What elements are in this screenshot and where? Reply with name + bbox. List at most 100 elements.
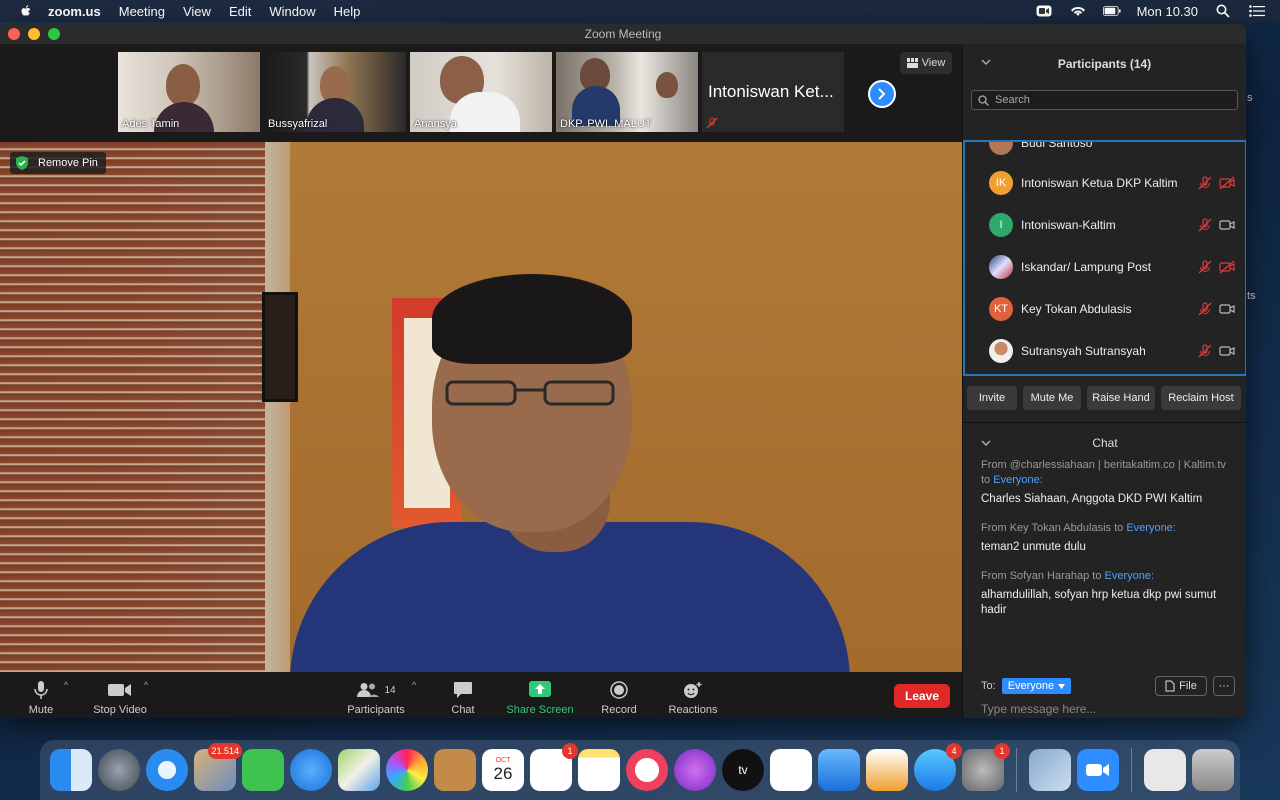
raise-hand-button[interactable]: Raise Hand [1087,386,1155,410]
file-icon [1165,680,1175,692]
remove-pin-button[interactable]: Remove Pin [10,152,106,174]
next-page-button[interactable] [868,80,896,108]
wifi-icon[interactable] [1069,4,1087,18]
menu-help[interactable]: Help [334,4,361,19]
chevron-down-icon[interactable] [981,438,991,448]
tv-label: tv [738,763,748,777]
leave-meeting-button[interactable]: Leave [894,684,950,708]
participants-options-caret[interactable]: ^ [412,680,416,690]
maps-icon[interactable] [338,749,380,791]
muted-mic-icon[interactable] [1197,217,1213,233]
document-icon[interactable] [1144,749,1186,791]
launchpad-icon[interactable] [98,749,140,791]
battery-icon[interactable] [1102,4,1121,18]
record-button[interactable]: Record [598,676,640,716]
preview-icon[interactable] [1029,749,1071,791]
contacts-icon[interactable] [434,749,476,791]
video-thumbnail[interactable]: Bussyafrizal [264,52,406,132]
participant-row[interactable]: IK Intoniswan Ketua DKP Kaltim [965,162,1245,204]
menu-clock[interactable]: Mon 10.30 [1137,4,1198,19]
notification-center-icon[interactable] [1248,4,1266,18]
pages-icon[interactable] [866,749,908,791]
video-camera-icon[interactable] [1219,301,1235,317]
participant-row[interactable]: Budi Santoso [965,142,1245,164]
trash-icon[interactable] [1192,749,1234,791]
chat-button[interactable]: Chat [446,676,480,716]
view-button[interactable]: View [900,52,952,74]
video-camera-icon[interactable] [1219,343,1235,359]
chat-message: From Key Tokan Abdulasis to Everyone: te… [981,521,1237,555]
chat-messages[interactable]: From @charlessiahaan | beritakaltim.co |… [981,458,1237,668]
participants-label: Participants [347,704,405,716]
apple-icon[interactable] [18,3,34,19]
chat-message-input[interactable]: Type message here... [981,702,1237,716]
muted-mic-icon[interactable] [1197,259,1213,275]
video-options-caret[interactable]: ^ [144,680,148,690]
photos-icon[interactable] [386,749,428,791]
participants-button[interactable]: 14 Participants [344,676,408,716]
calendar-icon[interactable]: OCT 26 [482,749,524,791]
chevron-down-icon[interactable] [981,57,991,67]
numbers-icon[interactable] [770,749,812,791]
pinned-video[interactable]: Remove Pin [0,142,962,672]
system-preferences-icon[interactable]: 1 [962,743,1010,791]
share-screen-button[interactable]: Share Screen [504,676,576,716]
more-options-button[interactable]: ··· [1213,676,1235,696]
record-icon [610,681,628,699]
apple-tv-icon[interactable]: tv [722,749,764,791]
mute-button[interactable]: Mute [24,676,58,716]
zoom-app-icon[interactable] [1077,749,1119,791]
window-titlebar[interactable]: Zoom Meeting [0,24,1246,44]
muted-mic-icon[interactable] [1197,301,1213,317]
video-off-icon[interactable] [1219,259,1235,275]
reminders-icon[interactable]: 1 [530,743,578,791]
keynote-icon[interactable] [818,749,860,791]
menu-app-name[interactable]: zoom.us [48,4,101,19]
speaker-glasses [445,380,615,406]
stop-video-button[interactable]: Stop Video [90,676,150,716]
menu-edit[interactable]: Edit [229,4,251,19]
reclaim-host-button[interactable]: Reclaim Host [1161,386,1241,410]
safari-icon[interactable] [146,749,188,791]
video-thumbnail[interactable]: Anansya [410,52,552,132]
participant-search-input[interactable]: Search [971,90,1238,110]
audio-options-caret[interactable]: ^ [64,680,68,690]
finder-icon[interactable] [50,749,92,791]
messages-icon[interactable] [290,749,332,791]
video-camera-icon[interactable] [1219,217,1235,233]
invite-button[interactable]: Invite [967,386,1017,410]
mute-me-button[interactable]: Mute Me [1023,386,1081,410]
participant-row[interactable]: Iskandar/ Lampung Post [965,246,1245,288]
facetime-icon[interactable] [242,749,284,791]
grid-view-icon [906,58,918,68]
participant-name: Iskandar/ Lampung Post [1021,260,1152,274]
recipient-select[interactable]: Everyone [1001,678,1072,694]
window-title: Zoom Meeting [584,27,662,41]
podcasts-icon[interactable] [674,749,716,791]
menu-meeting[interactable]: Meeting [119,4,165,19]
video-thumbnail[interactable]: DKP. PWI. MALUT [556,52,698,132]
file-button[interactable]: File [1155,676,1207,696]
video-thumbnail[interactable]: Ades Tamin [118,52,260,132]
muted-mic-icon[interactable] [1197,343,1213,359]
notes-icon[interactable] [578,749,620,791]
video-off-icon[interactable] [1219,175,1235,191]
music-icon[interactable] [626,749,668,791]
participant-face [166,64,200,106]
participant-row[interactable]: Sutransyah Sutransyah [965,330,1245,372]
menu-window[interactable]: Window [269,4,315,19]
mail-icon[interactable]: 21.514 [194,743,242,791]
chat-bubble-icon [454,682,472,698]
participant-avatar: I [989,213,1013,237]
participant-row[interactable]: KT Key Tokan Abdulasis [965,288,1245,330]
spotlight-search-icon[interactable] [1214,4,1232,18]
zoom-status-icon[interactable] [1035,4,1053,18]
participant-row[interactable]: I Intoniswan-Kaltim [965,204,1245,246]
menu-view[interactable]: View [183,4,211,19]
video-thumbnail[interactable]: Intoniswan Ket... [702,52,844,132]
dock: 21.514 OCT 26 1 tv 4 1 [40,740,1240,800]
chat-recipient: Everyone: [1104,570,1155,582]
muted-mic-icon[interactable] [1197,175,1213,191]
reactions-button[interactable]: Reactions [666,676,720,716]
app-store-icon[interactable]: 4 [914,743,962,791]
